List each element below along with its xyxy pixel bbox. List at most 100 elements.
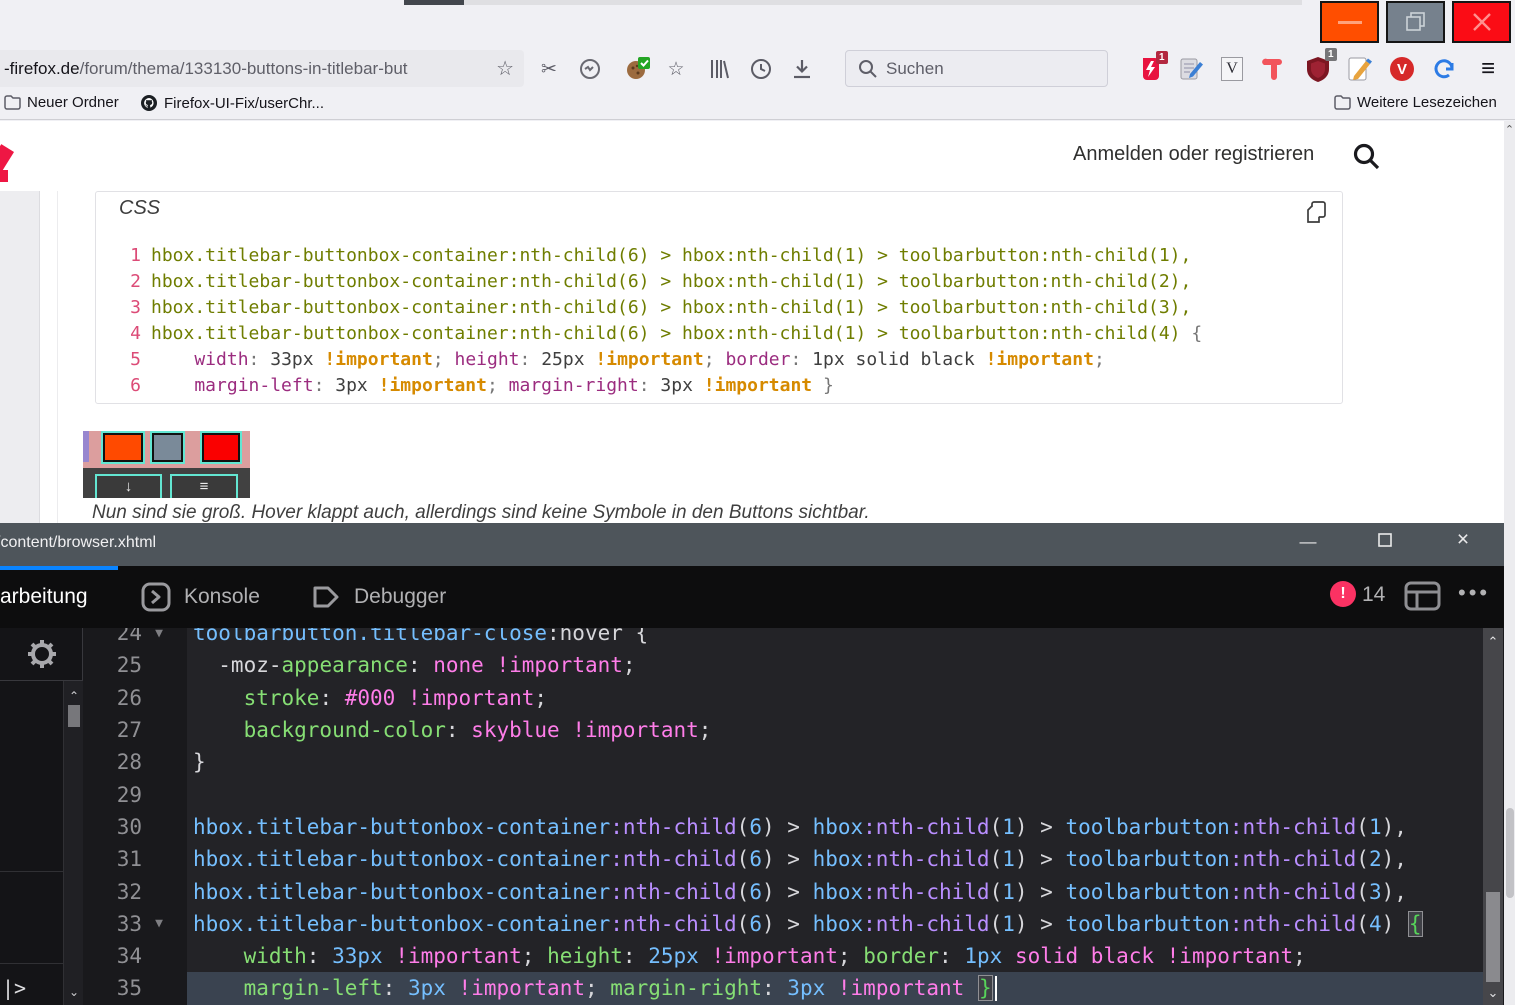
editor-scrollbar[interactable]: ⌃ ⌄ xyxy=(1483,628,1503,1005)
star-plus-icon[interactable]: ☆ xyxy=(661,54,691,84)
bookmark-item-neuer-ordner[interactable]: Neuer Ordner xyxy=(4,94,119,111)
sync-arrows-icon[interactable] xyxy=(1429,54,1459,84)
preview-toolbar-strip: ↓ ≡ xyxy=(83,468,250,498)
window-close-button[interactable] xyxy=(1452,1,1511,43)
scrollbar-up-arrow[interactable]: ⌃ xyxy=(1504,123,1515,136)
devtools-body: |> ⌃ ⌄ 24▼toolbarbutton.titlebar-close:h… xyxy=(0,628,1504,1005)
login-register-link[interactable]: Anmelden oder registrieren xyxy=(1073,143,1314,166)
forum-logo-fragment xyxy=(0,170,8,182)
ublock-badge: 1 xyxy=(1325,48,1337,61)
devtools-close-button[interactable]: × xyxy=(1450,528,1476,552)
page-scrollbar[interactable]: ⌃ xyxy=(1504,121,1515,1005)
page-left-gutter xyxy=(0,191,40,523)
error-count: 14 xyxy=(1362,583,1385,607)
editor-line[interactable]: 34 width: 33px !important; height: 25px … xyxy=(84,940,1483,972)
bookmark-other-bookmarks[interactable]: Weitere Lesezeichen xyxy=(1334,94,1497,111)
scrollbar-up-arrow[interactable]: ⌃ xyxy=(1483,634,1503,650)
tabbar-top-strip-dark xyxy=(404,0,464,5)
gear-icon xyxy=(25,637,59,671)
preview-button-orange xyxy=(103,433,143,462)
search-field[interactable]: Suchen xyxy=(845,50,1108,87)
editor-line[interactable]: 31hbox.titlebar-buttonbox-container:nth-… xyxy=(84,843,1483,875)
tab-label: arbeitung xyxy=(0,585,88,609)
bookmarks-toolbar: Neuer Ordner Firefox-UI-Fix/userChr... W… xyxy=(0,90,1515,120)
scrollbar-thumb[interactable] xyxy=(1506,808,1514,898)
forum-code-lines[interactable]: 1hbox.titlebar-buttonbox-container:nth-c… xyxy=(96,242,1342,398)
preview-button-red xyxy=(202,433,240,462)
scrollbar-thumb[interactable] xyxy=(1486,892,1500,982)
tab-stilbearbeitung[interactable]: arbeitung xyxy=(0,566,88,628)
editor-line[interactable]: 29 xyxy=(84,778,1483,810)
code-line: 6 margin-left: 3px !important; margin-ri… xyxy=(96,372,1342,398)
editor-line[interactable]: 28} xyxy=(84,746,1483,778)
copy-pages-icon[interactable] xyxy=(1304,200,1330,226)
devtools-minimize-button[interactable]: — xyxy=(1295,532,1321,552)
editor-lines[interactable]: 24▼toolbarbutton.titlebar-close:hover {2… xyxy=(84,628,1483,1005)
tabbar-top-strip-light xyxy=(464,0,1302,5)
bookmark-label: Weitere Lesezeichen xyxy=(1357,94,1497,111)
devtools-titlebar[interactable]: /content/browser.xhtml — × xyxy=(0,523,1504,566)
preview-download-button: ↓ xyxy=(95,474,162,498)
tab-debugger[interactable]: Debugger xyxy=(310,566,446,628)
screenshot-scissors-icon[interactable]: ✂ xyxy=(534,54,564,84)
folder-icon xyxy=(4,95,21,110)
scrollbar-up-arrow[interactable]: ⌃ xyxy=(64,689,84,703)
page-search-icon[interactable] xyxy=(1352,142,1382,172)
handshake-circle-icon[interactable] xyxy=(575,54,605,84)
scrollbar-thumb[interactable] xyxy=(68,705,80,727)
bookmark-item-firefox-ui-fix[interactable]: Firefox-UI-Fix/userChr... xyxy=(140,94,324,112)
styleeditor-options-button[interactable] xyxy=(0,628,83,681)
stylesheet-list-divider xyxy=(0,871,63,872)
folder-icon xyxy=(1334,95,1351,110)
search-placeholder: Suchen xyxy=(886,59,944,79)
sidebar-scrollbar[interactable]: ⌃ ⌄ xyxy=(63,681,83,1005)
devtools-window: /content/browser.xhtml — × arbeitung Kon… xyxy=(0,523,1504,1005)
stylus-page-icon[interactable] xyxy=(1344,54,1374,84)
code-line: 5 width: 33px !important; height: 25px !… xyxy=(96,346,1342,372)
split-console-icon[interactable] xyxy=(1404,580,1442,612)
maximize-icon xyxy=(1378,533,1392,547)
meatball-menu-icon[interactable]: ••• xyxy=(1458,580,1490,606)
editor-line[interactable]: 32hbox.titlebar-buttonbox-container:nth-… xyxy=(84,875,1483,907)
history-clock-icon[interactable] xyxy=(746,54,776,84)
devtools-maximize-button[interactable] xyxy=(1372,533,1398,552)
window-restore-button[interactable] xyxy=(1386,1,1445,43)
urlbar[interactable]: -firefox.de/forum/thema/133130-buttons-i… xyxy=(0,50,524,87)
library-icon[interactable] xyxy=(704,54,734,84)
fold-arrow-icon[interactable]: ▼ xyxy=(142,916,176,931)
code-line: 4hbox.titlebar-buttonbox-container:nth-c… xyxy=(96,320,1342,346)
editor-line[interactable]: 24▼toolbarbutton.titlebar-close:hover { xyxy=(84,628,1483,649)
editor-line[interactable]: 33▼hbox.titlebar-buttonbox-container:nth… xyxy=(84,908,1483,940)
cookie-allowed-icon[interactable] xyxy=(623,54,653,84)
fold-arrow-icon[interactable]: ▼ xyxy=(142,628,176,641)
window-minimize-button[interactable] xyxy=(1320,1,1379,43)
close-icon xyxy=(1471,11,1493,33)
debugger-icon xyxy=(310,581,342,613)
github-icon xyxy=(140,94,158,112)
stylesheet-list-item[interactable]: |> xyxy=(2,976,26,1000)
red-v-circle-icon[interactable]: V xyxy=(1387,54,1417,84)
scrollbar-down-arrow[interactable]: ⌄ xyxy=(64,985,84,999)
scrollbar-down-arrow[interactable]: ⌄ xyxy=(1483,985,1503,1001)
titlebar-buttons-preview-image[interactable]: ↓ ≡ xyxy=(83,429,250,498)
app-menu-icon[interactable]: ≡ xyxy=(1473,54,1503,84)
editor-line[interactable]: 30hbox.titlebar-buttonbox-container:nth-… xyxy=(84,811,1483,843)
userscript-pen-icon[interactable] xyxy=(1176,54,1206,84)
editor-line[interactable]: 26 stroke: #000 !important; xyxy=(84,682,1483,714)
editor-line[interactable]: 27 background-color: skyblue !important; xyxy=(84,714,1483,746)
flash-extension-badge: 1 xyxy=(1156,51,1168,64)
v-box-icon[interactable]: V xyxy=(1217,54,1247,84)
red-scroll-icon[interactable] xyxy=(1258,54,1288,84)
editor-line[interactable]: 25 -moz-appearance: none !important; xyxy=(84,649,1483,681)
tab-konsole[interactable]: Konsole xyxy=(140,566,260,628)
error-badge-icon[interactable]: ! xyxy=(1330,581,1356,607)
code-line: 2hbox.titlebar-buttonbox-container:nth-c… xyxy=(96,268,1342,294)
code-line: 3hbox.titlebar-buttonbox-container:nth-c… xyxy=(96,294,1342,320)
devtools-toolbar: arbeitung Konsole Debugger ! 14 ••• xyxy=(0,566,1504,628)
bookmark-star-icon[interactable]: ☆ xyxy=(496,56,514,81)
download-icon[interactable] xyxy=(787,54,817,84)
bookmark-label: Firefox-UI-Fix/userChr... xyxy=(164,95,324,112)
styleeditor-code-editor[interactable]: 24▼toolbarbutton.titlebar-close:hover {2… xyxy=(84,628,1483,1005)
editor-line[interactable]: 35 margin-left: 3px !important; margin-r… xyxy=(84,972,1483,1004)
page-content: Anmelden oder registrieren CSS 1hbox.tit… xyxy=(0,121,1504,523)
